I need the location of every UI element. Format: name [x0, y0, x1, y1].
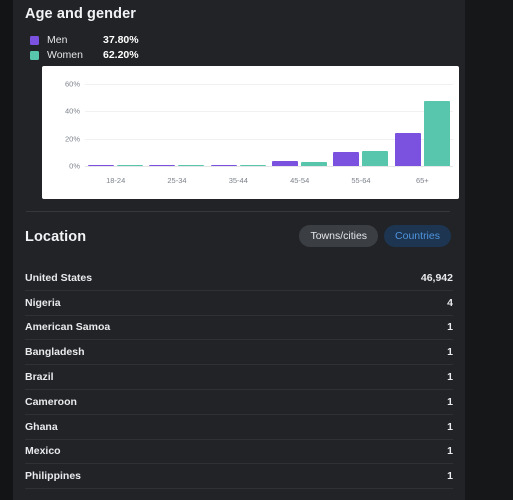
women-color-swatch-icon [30, 50, 39, 60]
x-axis-tick-label-55-64: 55-64 [351, 176, 371, 185]
country-row[interactable]: American Samoa 1 [25, 316, 453, 341]
age-chart-legend: Men 37.80% Women 62.20% [30, 33, 139, 63]
women-legend-value: 62.20% [103, 49, 139, 61]
country-name: Philippines [25, 470, 82, 483]
location-view-toggle-group[interactable]: Towns/cities Countries [299, 225, 451, 247]
country-name: United States [25, 271, 93, 284]
y-axis-tick-label: 40% [64, 106, 80, 116]
x-axis-tick-label-65+: 65+ [415, 176, 429, 185]
x-axis-tick-label-45-54: 45-54 [290, 176, 310, 185]
x-axis-tick-label-18-24: 18-24 [106, 176, 126, 185]
country-count: 1 [447, 445, 453, 458]
analytics-page: Age and gender Men 37.80% Women 62.20% 0… [0, 0, 513, 500]
country-count: 1 [447, 321, 453, 334]
men-legend-value: 37.80% [103, 34, 139, 46]
bar-women-35-44[interactable] [239, 164, 266, 166]
bar-group-25-34[interactable] [146, 74, 207, 166]
country-row[interactable]: Brazil 1 [25, 365, 453, 390]
country-name: Cameroon [25, 395, 77, 408]
location-section-header: Location Towns/cities Countries [13, 222, 465, 256]
country-row[interactable]: Cameroon 1 [25, 390, 453, 415]
country-list: United States 46,942 Nigeria 4 American Samo… [13, 266, 465, 490]
country-row[interactable]: Bangladesh 1 [25, 340, 453, 366]
bar-men-65+[interactable] [394, 133, 421, 166]
country-row[interactable]: Nigeria 4 [25, 291, 453, 316]
country-count: 1 [447, 470, 453, 483]
country-count: 1 [447, 420, 453, 433]
y-axis-tick-label: 20% [64, 134, 80, 143]
right-gutter [465, 0, 513, 500]
bar-group-35-44[interactable] [208, 74, 269, 166]
bar-men-55-64[interactable] [333, 152, 360, 166]
country-row[interactable]: Mexico 1 [25, 440, 453, 465]
left-gutter [0, 0, 13, 500]
country-count: 1 [447, 371, 453, 384]
country-count: 1 [447, 395, 453, 408]
bar-men-35-44[interactable] [210, 164, 237, 166]
age-gender-chart-card: 0% 20% 40% 60% 18-24 25-34 35-44 45-54 55-64 65+ [42, 66, 459, 199]
bar-women-65+[interactable] [423, 100, 450, 166]
age-gender-bar-chart: 0% 20% 40% 60% 18-24 25-34 35-44 45-54 55-64 65+ [42, 66, 459, 199]
bar-group-45-54[interactable] [269, 74, 330, 166]
towns-cities-toggle[interactable]: Towns/cities [299, 225, 379, 247]
country-count: 4 [447, 296, 453, 309]
y-axis-tick-label: 60% [64, 79, 80, 88]
bar-women-45-54[interactable] [301, 161, 328, 166]
bar-group-55-64[interactable] [330, 74, 391, 166]
men-color-swatch-icon [30, 35, 39, 45]
bar-women-18-24[interactable] [117, 164, 144, 166]
country-count: 46,942 [420, 271, 453, 284]
country-row[interactable]: United States 46,942 [25, 266, 453, 291]
country-name: Ghana [25, 420, 58, 433]
country-name: Bangladesh [25, 346, 85, 359]
x-axis-tick-label-35-44: 35-44 [228, 176, 248, 185]
country-name: Brazil [25, 371, 54, 384]
legend-item-men: Men 37.80% [30, 33, 139, 47]
country-row[interactable]: Ghana 1 [25, 415, 453, 440]
x-axis-tick-label-25-34: 25-34 [167, 176, 187, 185]
countries-toggle[interactable]: Countries [384, 225, 451, 247]
men-legend-label: Men [47, 34, 68, 46]
bar-men-45-54[interactable] [272, 160, 299, 166]
bar-group-18-24[interactable] [85, 74, 146, 166]
country-name: Mexico [25, 445, 61, 458]
women-legend-label: Women [47, 49, 83, 61]
bar-group-65+[interactable] [392, 74, 453, 166]
section-divider [26, 211, 450, 212]
gridline-0% [85, 166, 453, 167]
country-name: Nigeria [25, 296, 61, 309]
age-section-title: Age and gender [25, 6, 136, 22]
bar-women-55-64[interactable] [362, 150, 389, 166]
country-count: 1 [447, 346, 453, 359]
y-axis-tick-label: 0% [69, 161, 80, 171]
country-name: American Samoa [25, 321, 111, 334]
legend-item-women: Women 62.20% [30, 48, 139, 62]
country-row[interactable]: Philippines 1 [25, 464, 453, 490]
bar-men-25-34[interactable] [149, 164, 176, 166]
bar-women-25-34[interactable] [178, 164, 205, 166]
location-section-title: Location [25, 229, 87, 245]
bar-men-18-24[interactable] [88, 164, 115, 166]
